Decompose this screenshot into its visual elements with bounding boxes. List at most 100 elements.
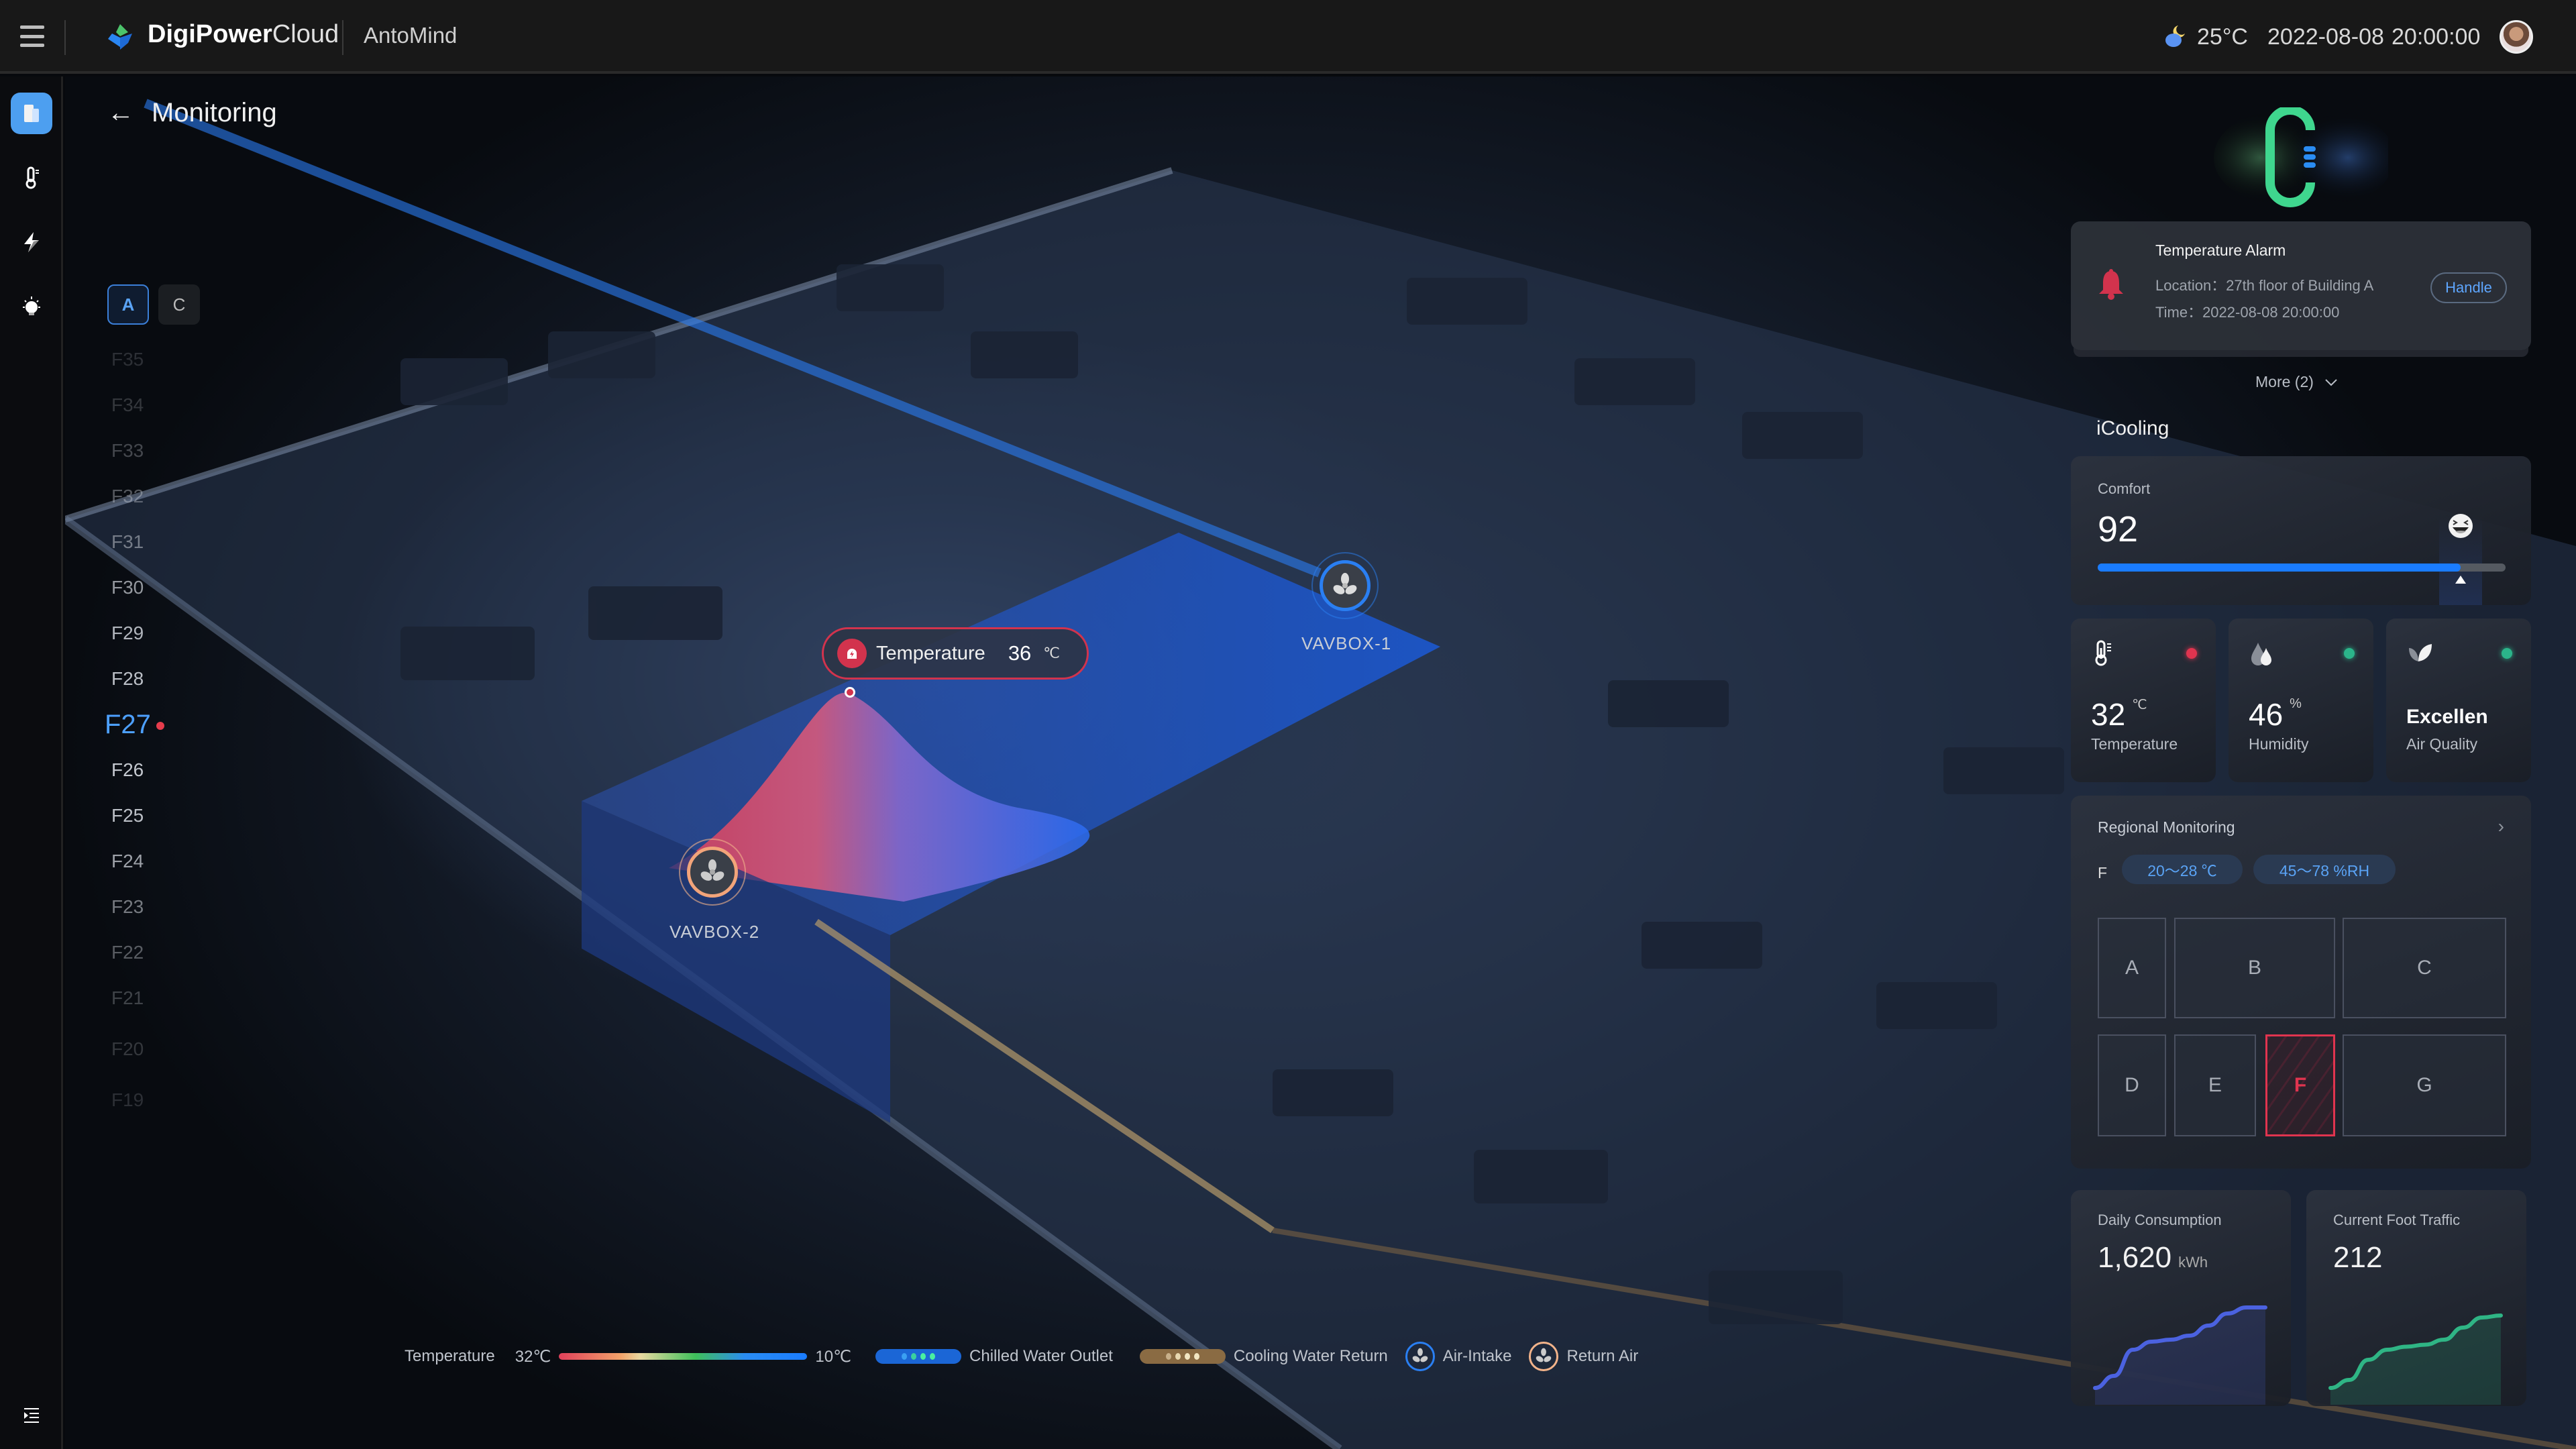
floor-item[interactable]: F30 bbox=[111, 577, 185, 598]
regional-monitoring-card: Regional Monitoring › F 20～28 ℃ 45～78 %R… bbox=[2071, 796, 2531, 1169]
more-label: More (2) bbox=[2255, 373, 2314, 390]
foot-traffic-sparkline bbox=[2328, 1313, 2503, 1405]
temperature-tag[interactable]: Temperature 36 ℃ bbox=[822, 627, 1089, 680]
nav-temperature[interactable] bbox=[11, 157, 52, 199]
temperature-range-pill: 20～28 ℃ bbox=[2122, 855, 2243, 884]
floor-item[interactable]: F31 bbox=[111, 531, 185, 553]
floor-item[interactable]: F21 bbox=[111, 987, 185, 1009]
floor-label: F27 bbox=[105, 710, 151, 739]
temperature-tag-value: 36 bbox=[1008, 641, 1032, 665]
regional-monitoring-title: Regional Monitoring bbox=[2098, 818, 2235, 836]
chevron-down-icon bbox=[2325, 378, 2337, 386]
floor-item[interactable]: F35 bbox=[111, 349, 185, 370]
water-drops-icon bbox=[2251, 643, 2271, 665]
humidity-range-pill: 45～78 %RH bbox=[2253, 855, 2396, 884]
humidity-metric-label: Humidity bbox=[2249, 735, 2309, 753]
legend-temperature-label: Temperature bbox=[405, 1347, 495, 1365]
more-alarms-toggle[interactable]: More (2) bbox=[2255, 373, 2338, 391]
temperature-tag-label: Temperature bbox=[876, 642, 985, 664]
icooling-logo-icon bbox=[2214, 107, 2388, 207]
return-air-fan-icon bbox=[1529, 1342, 1559, 1371]
vavbox-1-label: VAVBOX-1 bbox=[1301, 633, 1392, 653]
handle-button[interactable]: Handle bbox=[2430, 272, 2507, 303]
user-avatar[interactable] bbox=[2500, 20, 2533, 54]
temperature-metric-value: 32 ℃ bbox=[2091, 697, 2147, 732]
daily-consumption-card[interactable]: Daily Consumption 1,620 kWh bbox=[2071, 1190, 2291, 1406]
cooling-water-pipe-icon bbox=[1139, 1349, 1226, 1364]
vavbox-2[interactable] bbox=[679, 839, 746, 906]
air-quality-metric-card[interactable]: Excellen Air Quality bbox=[2386, 619, 2531, 782]
zone-c[interactable]: C bbox=[2343, 918, 2506, 1018]
floor-item[interactable]: F29 bbox=[111, 623, 185, 644]
comfort-progress-track bbox=[2098, 564, 2506, 572]
hamburger-icon[interactable] bbox=[20, 25, 44, 47]
nav-lighting[interactable] bbox=[11, 286, 52, 327]
chevron-right-icon[interactable]: › bbox=[2498, 816, 2504, 837]
floor-item[interactable]: F26 bbox=[111, 759, 185, 781]
sparkline-area bbox=[2095, 1307, 2265, 1405]
brand-name: DigiPowerCloud bbox=[148, 20, 339, 48]
status-dot-alert bbox=[2186, 648, 2197, 659]
building-tab-a[interactable]: A bbox=[107, 284, 149, 325]
temperature-metric-label: Temperature bbox=[2091, 735, 2178, 753]
humidity-metric-card[interactable]: 46% Humidity bbox=[2229, 619, 2373, 782]
bell-icon bbox=[2099, 269, 2123, 300]
status-dot-ok bbox=[2344, 648, 2355, 659]
floor-item[interactable]: F23 bbox=[111, 896, 185, 918]
vavbox-1[interactable] bbox=[1311, 552, 1379, 619]
floor-item[interactable]: F33 bbox=[111, 440, 185, 462]
daily-consumption-label: Daily Consumption bbox=[2098, 1212, 2222, 1228]
zone-b[interactable]: B bbox=[2174, 918, 2335, 1018]
temperature-anchor-dot bbox=[845, 687, 855, 698]
daily-consumption-value: 1,620 kWh bbox=[2098, 1241, 2208, 1274]
alarm-time: Time：2022-08-08 20:00:00 bbox=[2155, 304, 2340, 321]
fan-icon bbox=[700, 859, 724, 881]
expand-menu-icon[interactable] bbox=[23, 1407, 40, 1424]
temperature-tag-unit: ℃ bbox=[1043, 645, 1061, 661]
legend-return-air: Return Air bbox=[1566, 1347, 1639, 1365]
icooling-title: iCooling bbox=[2096, 417, 2169, 439]
legend-air-intake: Air-Intake bbox=[1442, 1347, 1512, 1365]
floor-item[interactable]: F32 bbox=[111, 486, 185, 507]
floor-item[interactable]: F24 bbox=[111, 851, 185, 872]
zone-f-alert[interactable]: F bbox=[2265, 1034, 2335, 1136]
zone-a[interactable]: A bbox=[2098, 918, 2166, 1018]
map-legend: Temperature 32℃ 10℃ Chilled Water Outlet… bbox=[405, 1342, 1638, 1371]
laughing-face-icon bbox=[2449, 514, 2473, 538]
current-time: 20:00:00 bbox=[2392, 24, 2481, 50]
building-icon bbox=[24, 105, 39, 122]
nav-building[interactable] bbox=[11, 93, 52, 134]
nav-energy[interactable] bbox=[11, 221, 52, 263]
zone-g[interactable]: G bbox=[2343, 1034, 2506, 1136]
thermometer-icon bbox=[25, 166, 39, 189]
left-nav-rail bbox=[0, 76, 63, 1449]
foot-traffic-value: 212 bbox=[2333, 1241, 2383, 1274]
alarm-card: Temperature Alarm Location：27th floor of… bbox=[2071, 221, 2531, 350]
vavbox-2-label: VAVBOX-2 bbox=[669, 922, 760, 942]
temperature-gradient-bar bbox=[559, 1353, 808, 1360]
foot-traffic-card[interactable]: Current Foot Traffic 212 bbox=[2306, 1190, 2526, 1406]
floor-item[interactable]: F25 bbox=[111, 805, 185, 826]
zone-d[interactable]: D bbox=[2098, 1034, 2166, 1136]
moon-cloud-icon bbox=[2165, 25, 2185, 47]
leaves-icon bbox=[2409, 644, 2432, 661]
floor-item[interactable]: F34 bbox=[111, 394, 185, 416]
daily-consumption-sparkline bbox=[2093, 1305, 2267, 1405]
air-intake-fan-icon bbox=[1405, 1342, 1435, 1371]
divider bbox=[64, 20, 66, 55]
legend-temp-high: 32℃ bbox=[515, 1347, 551, 1366]
building-tab-c[interactable]: C bbox=[158, 284, 200, 325]
floor-item[interactable]: F22 bbox=[111, 942, 185, 963]
floor-item[interactable]: F28 bbox=[111, 668, 185, 690]
product-name: AntoMind bbox=[364, 23, 458, 48]
floor-item[interactable]: F19 bbox=[111, 1089, 185, 1111]
comfort-marker-caret bbox=[2455, 576, 2467, 584]
arrow-left-icon[interactable]: ← bbox=[107, 98, 134, 128]
legend-chilled-water: Chilled Water Outlet bbox=[969, 1347, 1113, 1365]
floor-item[interactable]: F20 bbox=[111, 1038, 185, 1060]
fan-icon bbox=[1333, 573, 1357, 594]
zone-e[interactable]: E bbox=[2174, 1034, 2256, 1136]
page-title: Monitoring bbox=[152, 98, 277, 127]
floor-item-active[interactable]: F27 bbox=[105, 710, 178, 740]
temperature-metric-card[interactable]: 32 ℃ Temperature bbox=[2071, 619, 2216, 782]
